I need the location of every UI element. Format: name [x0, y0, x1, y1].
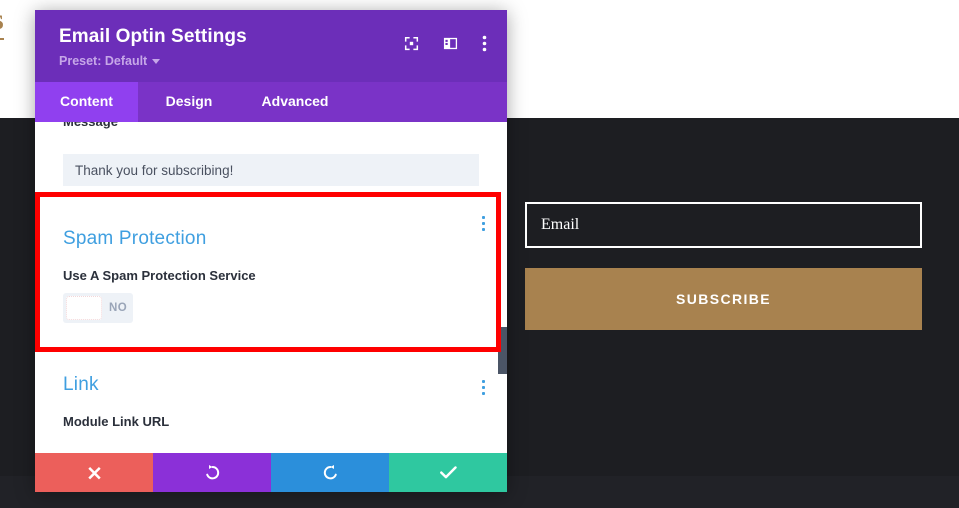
layout-panel-icon[interactable]	[443, 36, 458, 51]
close-icon	[87, 466, 101, 480]
preview-subscribe-button[interactable]: SUBSCRIBE	[525, 268, 922, 330]
preset-selector[interactable]: Preset: Default	[59, 54, 161, 68]
modal-scrollbar[interactable]	[498, 122, 507, 453]
tab-content[interactable]: Content	[35, 82, 138, 122]
spam-protection-toggle[interactable]: NO	[63, 293, 133, 323]
toggle-state-label: NO	[109, 302, 128, 314]
modal-scrollbar-thumb[interactable]	[498, 327, 507, 374]
section-link: Link Module Link URL	[35, 352, 507, 429]
undo-button[interactable]	[153, 453, 271, 492]
checkmark-icon	[439, 466, 457, 479]
modal-action-bar	[35, 453, 507, 492]
preset-label: Preset: Default	[59, 54, 148, 68]
message-field-label-clipped: Message	[35, 122, 507, 132]
save-button[interactable]	[389, 453, 507, 492]
tab-design[interactable]: Design	[138, 82, 240, 122]
modal-header: Email Optin Settings Preset: Default	[35, 10, 507, 82]
section-kebab-icon-link[interactable]	[482, 380, 485, 395]
section-kebab-icon-spam-protection[interactable]	[482, 216, 485, 231]
cancel-button[interactable]	[35, 453, 153, 492]
toggle-knob	[66, 296, 102, 320]
fullscreen-icon[interactable]	[404, 36, 419, 51]
message-input[interactable]: Thank you for subscribing!	[63, 154, 479, 186]
section-title-spam-protection: Spam Protection	[63, 228, 207, 249]
section-title-link: Link	[63, 374, 99, 395]
message-field-label: Message	[35, 122, 118, 132]
modal-tabs: Content Design Advanced	[35, 82, 507, 122]
tab-advanced[interactable]: Advanced	[240, 82, 350, 122]
redo-button[interactable]	[271, 453, 389, 492]
modal-body: Message Thank you for subscribing! Spam …	[35, 122, 507, 453]
redo-icon	[323, 465, 337, 480]
site-heading-fragment: s	[0, 4, 4, 40]
modal-header-icons	[404, 35, 487, 52]
undo-icon	[205, 465, 219, 480]
email-optin-settings-modal: Email Optin Settings Preset: Default Con…	[35, 10, 507, 492]
module-link-url-label: Module Link URL	[63, 414, 170, 429]
kebab-menu-icon[interactable]	[482, 35, 487, 52]
spam-protection-setting-label: Use A Spam Protection Service	[63, 268, 256, 283]
preview-email-input[interactable]: Email	[525, 202, 922, 248]
chevron-down-icon	[152, 58, 161, 64]
optin-module-preview: Email SUBSCRIBE	[525, 202, 922, 330]
section-spam-protection: Spam Protection Use A Spam Protection Se…	[35, 186, 507, 323]
